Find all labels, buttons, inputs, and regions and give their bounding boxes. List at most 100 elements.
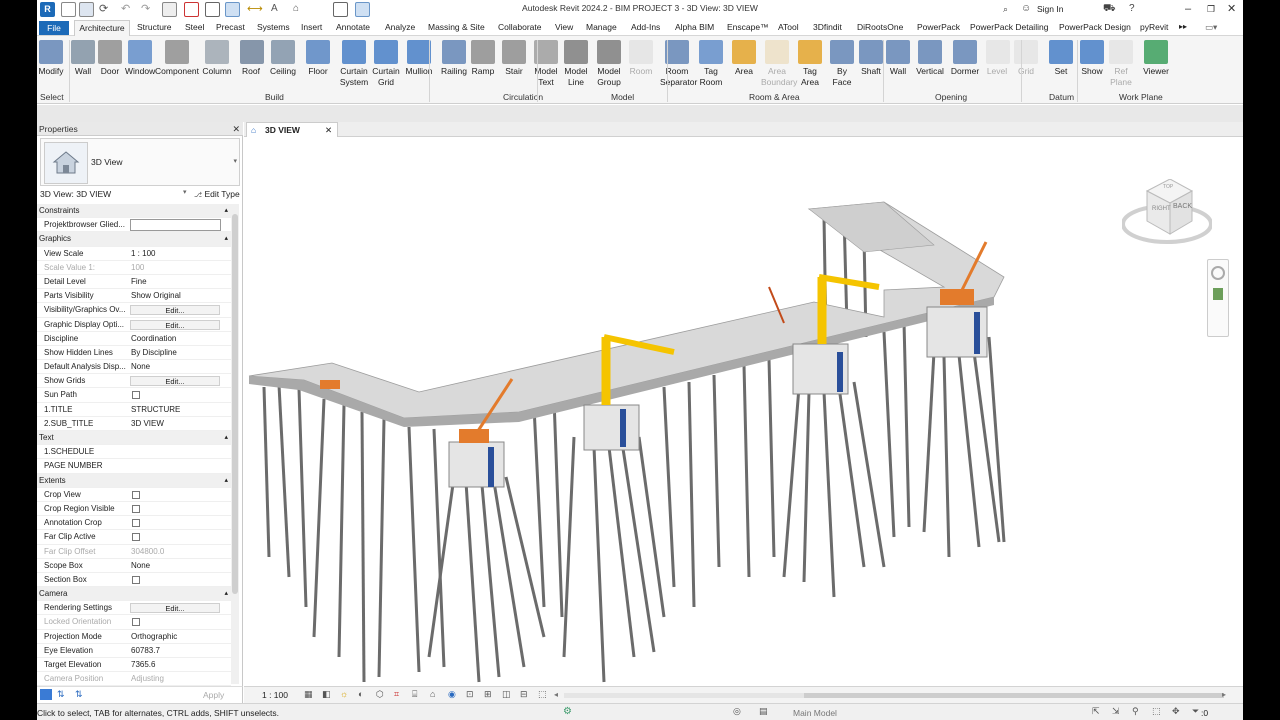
close-properties-icon[interactable]: ✕ [232, 122, 240, 136]
ribbon-button-show[interactable]: Show [1079, 38, 1105, 92]
ribbon-button-set[interactable]: Set [1049, 38, 1073, 92]
lock-3d-icon[interactable]: ⌂ [430, 689, 435, 699]
collapse-icon[interactable]: ▴ [224, 587, 228, 600]
collapse-icon[interactable]: ▴ [224, 232, 228, 245]
property-value[interactable]: 100 [131, 261, 144, 274]
property-value[interactable]: 3D VIEW [131, 417, 164, 430]
close-icon[interactable]: ✕ [1227, 2, 1242, 17]
select-links-icon[interactable]: ⇱ [1092, 706, 1100, 717]
highlight-displacement-icon[interactable]: ⬚ [538, 689, 547, 700]
property-value[interactable]: 7365.6 [131, 658, 155, 671]
tab-powerpack-detailing[interactable]: PowerPack Detailing [970, 22, 1048, 32]
ribbon-button-model-line[interactable]: Model Line [562, 38, 590, 92]
scroll-left-icon[interactable]: ◂ [554, 690, 558, 699]
property-value[interactable]: Show Original [131, 289, 181, 302]
binoculars-icon[interactable]: ⌕ [1003, 2, 1018, 17]
property-category[interactable]: Constraints ▴ [37, 204, 231, 219]
ribbon-button-stair[interactable]: Stair [501, 38, 527, 92]
tab-insert[interactable]: Insert [301, 22, 322, 32]
tab-add-ins[interactable]: Add-Ins [631, 22, 660, 32]
ribbon-button-area[interactable]: Area [731, 38, 757, 92]
tab-precast[interactable]: Precast [216, 22, 245, 32]
edit-button[interactable]: Edit... [130, 319, 220, 330]
tab-collaborate[interactable]: Collaborate [498, 22, 541, 32]
design-options-icon[interactable]: ◎ [733, 706, 741, 717]
property-category[interactable]: Graphics ▴ [37, 232, 231, 247]
tab-alpha-bim[interactable]: Alpha BIM [675, 22, 714, 32]
tab-steel[interactable]: Steel [185, 22, 204, 32]
select-pinned-icon[interactable]: ⚲ [1132, 706, 1139, 717]
ribbon-button-room-separator[interactable]: Room Separator [660, 38, 697, 92]
sort-az-icon[interactable]: ⇅ [57, 689, 65, 700]
zoom-icon[interactable] [1213, 288, 1223, 300]
ribbon-button-shaft[interactable]: Shaft [858, 38, 884, 92]
tab-dirootsone[interactable]: DiRootsOne [857, 22, 903, 32]
viewcube-top[interactable]: TOP [1163, 184, 1173, 190]
active-workset[interactable]: Main Model [793, 708, 837, 718]
tab-massing-site[interactable]: Massing & Site [428, 22, 485, 32]
property-checkbox[interactable] [132, 575, 140, 584]
property-checkbox[interactable] [132, 519, 140, 528]
property-value[interactable]: Fine [131, 275, 147, 288]
ribbon-button-door[interactable]: Door [98, 38, 122, 92]
tab-annotate[interactable]: Annotate [336, 22, 370, 32]
ribbon-button-railing[interactable]: Railing [437, 38, 471, 92]
collapse-icon[interactable]: ▴ [224, 474, 228, 487]
ribbon-button-wall[interactable]: Wall [886, 38, 910, 92]
property-value[interactable]: STRUCTURE [131, 403, 180, 416]
property-value[interactable]: By Discipline [131, 346, 177, 359]
visual-style-icon[interactable]: ◧ [322, 689, 331, 700]
drag-elements-icon[interactable]: ✥ [1172, 706, 1180, 717]
worksharing-display-icon[interactable]: ⊞ [484, 689, 492, 700]
crop-view-icon[interactable]: ⌗ [394, 689, 399, 700]
ribbon-button-ceiling[interactable]: Ceiling [267, 38, 299, 92]
panel-select[interactable]: Select [40, 92, 64, 102]
navigation-bar[interactable] [1207, 259, 1229, 337]
edit-button[interactable]: Edit... [130, 305, 220, 316]
property-value[interactable]: Orthographic [131, 630, 177, 643]
tab-3d-view[interactable]: ⌂ 3D VIEW ✕ [246, 122, 338, 137]
tab-analyze[interactable]: Analyze [385, 22, 415, 32]
tab-powerpack-design[interactable]: PowerPack Design [1059, 22, 1131, 32]
detail-level-icon[interactable]: ▦ [304, 689, 313, 700]
tab-systems[interactable]: Systems [257, 22, 290, 32]
edit-button[interactable]: Edit... [130, 376, 220, 387]
render-icon[interactable]: ⬡ [376, 689, 384, 700]
sun-path-icon[interactable]: ☼ [340, 689, 348, 699]
ribbon-button-floor[interactable]: Floor [304, 38, 332, 92]
tab-manage[interactable]: Manage [586, 22, 617, 32]
collapse-icon[interactable]: ▴ [224, 431, 228, 444]
property-value[interactable]: 304800.0 [131, 545, 164, 558]
temp-hide-icon[interactable]: ◉ [448, 689, 456, 700]
ribbon-button-dormer[interactable]: Dormer [950, 38, 980, 92]
temp-view-props-icon[interactable]: ◫ [502, 689, 511, 700]
properties-scroll-thumb[interactable] [232, 214, 238, 594]
steering-wheel-icon[interactable] [1211, 266, 1225, 280]
ribbon-button-roof[interactable]: Roof [240, 38, 264, 92]
tab-pyrevit[interactable]: pyRevit [1140, 22, 1168, 32]
ribbon-button-area-boundary[interactable]: Area Boundary [761, 38, 797, 92]
shadows-icon[interactable]: ◐ [358, 689, 363, 699]
ribbon-button-curtain-system[interactable]: Curtain System [338, 38, 370, 92]
viewcube-back[interactable]: BACK [1173, 203, 1192, 210]
ribbon-button-tag-room[interactable]: Tag Room [696, 38, 726, 92]
property-text-input[interactable] [130, 219, 221, 232]
property-value[interactable]: 1 : 100 [131, 247, 155, 260]
tab-3dfindit[interactable]: 3Dfindit [813, 22, 842, 32]
ribbon-button-modify[interactable]: Modify [37, 38, 65, 92]
editable-only-icon[interactable]: ▤ [759, 706, 768, 717]
ribbon-button-vertical[interactable]: Vertical [914, 38, 946, 92]
user-icon[interactable]: ☺ [1021, 2, 1036, 17]
view-scale[interactable]: 1 : 100 [262, 690, 288, 700]
3d-viewport[interactable]: RIGHT BACK TOP [244, 137, 1235, 686]
scroll-right-icon[interactable]: ▸ [1222, 690, 1226, 699]
reveal-hidden-icon[interactable]: ⊡ [466, 689, 474, 700]
ribbon-button-viewer[interactable]: Viewer [1138, 38, 1174, 92]
chevron-down-icon[interactable]: ▾ [233, 157, 237, 165]
pier-model[interactable] [244, 137, 1235, 686]
collapse-icon[interactable]: ▴ [224, 204, 228, 217]
close-view-icon[interactable]: ✕ [325, 123, 332, 137]
ribbon-button-ramp[interactable]: Ramp [469, 38, 497, 92]
select-underlay-icon[interactable]: ⇲ [1112, 706, 1120, 717]
ribbon-button-window[interactable]: Window [125, 38, 155, 92]
